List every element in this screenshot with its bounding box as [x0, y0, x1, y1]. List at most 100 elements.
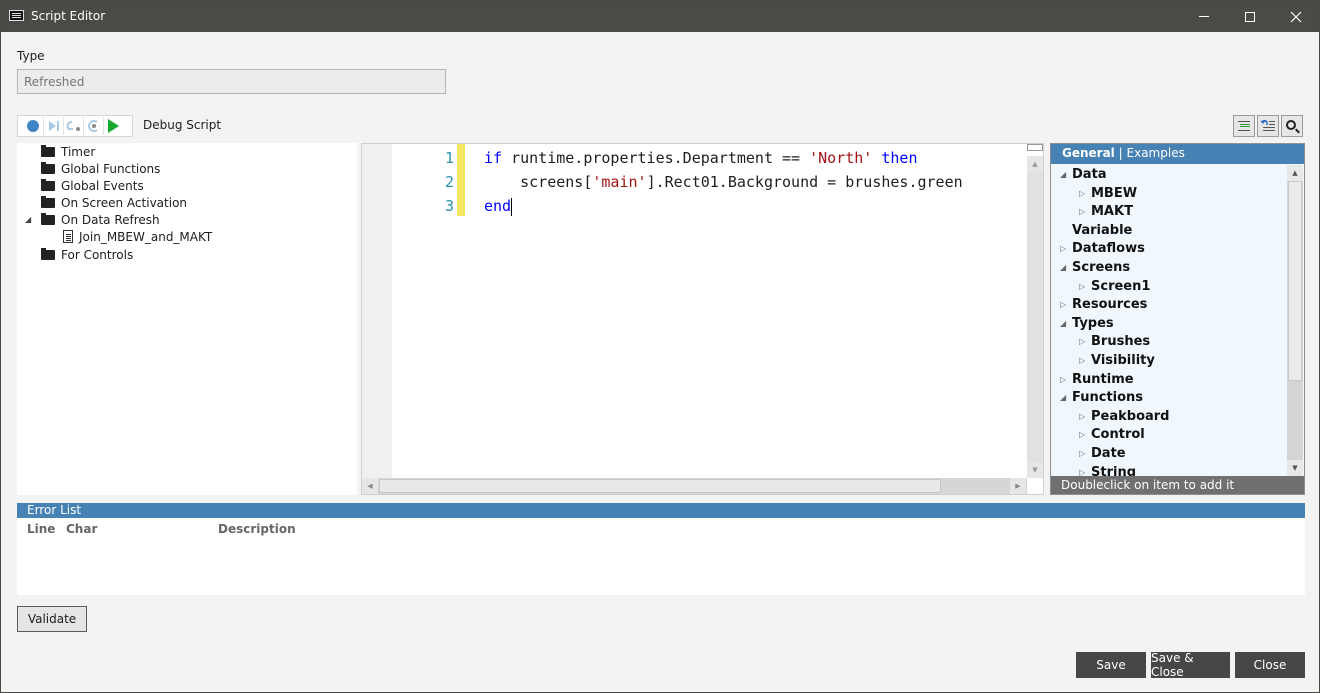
expanded-arrow-icon[interactable]: ◢ [25, 215, 31, 224]
scroll-up-icon[interactable]: ▲ [1287, 165, 1303, 181]
reference-item-dataflows[interactable]: Dataflows [1072, 240, 1145, 258]
reference-item-date[interactable]: Date [1091, 445, 1126, 463]
collapsed-arrow-icon[interactable]: ▷ [1060, 244, 1066, 253]
scroll-down-icon[interactable]: ▼ [1287, 460, 1303, 476]
run-button[interactable] [103, 117, 123, 135]
reference-scroll-thumb[interactable] [1288, 181, 1302, 381]
collapsed-arrow-icon[interactable]: ▷ [1079, 189, 1085, 198]
code-keyword: then [881, 149, 918, 167]
tree-item-on-screen-activation[interactable]: On Screen Activation [41, 194, 187, 211]
reference-item-data[interactable]: Data [1072, 166, 1107, 184]
column-description[interactable]: Description [218, 522, 296, 536]
scroll-left-icon[interactable]: ◀ [362, 478, 378, 494]
reference-item-visibility[interactable]: Visibility [1091, 352, 1155, 370]
reference-item-runtime[interactable]: Runtime [1072, 371, 1134, 389]
step-into-button[interactable] [63, 117, 83, 135]
split-handle[interactable] [1027, 144, 1043, 151]
save-and-close-button[interactable]: Save & Close [1151, 651, 1230, 679]
error-list: Error List Line Char Description [17, 503, 1305, 595]
reference-item-variable[interactable]: Variable [1072, 222, 1132, 240]
code-editor[interactable]: 1 2 3 if runtime.properties.Department =… [361, 143, 1044, 495]
horizontal-scroll-thumb[interactable] [379, 479, 941, 493]
line-number: 2 [444, 173, 454, 191]
reference-scrollbar[interactable]: ▲ ▼ [1287, 165, 1303, 476]
close-window-button[interactable] [1273, 1, 1319, 32]
reference-tabs: General | Examples [1051, 144, 1304, 164]
app-icon [9, 10, 24, 21]
type-label: Type [17, 49, 45, 63]
column-line[interactable]: Line [27, 522, 55, 536]
expanded-arrow-icon[interactable]: ◢ [1060, 393, 1066, 402]
reference-item-control[interactable]: Control [1091, 426, 1145, 444]
tab-examples[interactable]: Examples [1127, 146, 1185, 160]
collapsed-arrow-icon[interactable]: ▷ [1079, 356, 1085, 365]
search-button[interactable] [1281, 115, 1303, 137]
code-line[interactable]: end [484, 194, 963, 218]
folder-icon [41, 144, 55, 157]
collapsed-arrow-icon[interactable]: ▷ [1079, 449, 1085, 458]
reference-item-string[interactable]: String [1091, 464, 1136, 476]
text-caret [511, 197, 513, 216]
expanded-arrow-icon[interactable]: ◢ [1060, 263, 1066, 272]
reference-item-screen1[interactable]: Screen1 [1091, 278, 1150, 296]
step-out-button[interactable] [83, 117, 103, 135]
debug-script-label: Debug Script [143, 118, 222, 132]
code-string: 'North' [809, 149, 873, 167]
code-text[interactable]: if runtime.properties.Department == 'Nor… [484, 146, 963, 218]
folder-icon [41, 178, 55, 191]
tree-item-timer[interactable]: Timer [41, 143, 95, 160]
collapsed-arrow-icon[interactable]: ▷ [1079, 412, 1085, 421]
tree-item-global-events[interactable]: Global Events [41, 177, 144, 194]
tree-item-join-mbew-and-makt[interactable]: Join_MBEW_and_MAKT [63, 228, 212, 245]
reference-item-mbew[interactable]: MBEW [1091, 185, 1137, 203]
reference-item-screens[interactable]: Screens [1072, 259, 1130, 277]
reference-item-types[interactable]: Types [1072, 315, 1114, 333]
tree-item-global-functions[interactable]: Global Functions [41, 160, 160, 177]
scroll-right-icon[interactable]: ▶ [1010, 478, 1026, 494]
code-token: ].Rect01.Background = brushes.green [646, 173, 963, 191]
tree-item-on-data-refresh[interactable]: On Data Refresh [41, 211, 160, 228]
code-keyword: if [484, 149, 503, 167]
format-lines-icon [1238, 121, 1250, 131]
editor-vertical-scrollbar[interactable]: ▲ ▼ [1027, 156, 1043, 478]
type-field[interactable]: Refreshed [17, 69, 446, 94]
collapsed-arrow-icon[interactable]: ▷ [1060, 300, 1066, 309]
collapsed-arrow-icon[interactable]: ▷ [1079, 337, 1085, 346]
close-button[interactable]: Close [1235, 652, 1305, 678]
collapsed-arrow-icon[interactable]: ▷ [1060, 375, 1066, 384]
reference-item-resources[interactable]: Resources [1072, 296, 1147, 314]
tree-item-for-controls[interactable]: For Controls [41, 246, 133, 263]
column-char[interactable]: Char [66, 522, 97, 536]
title-bar[interactable]: Script Editor [1, 1, 1319, 32]
folder-icon [41, 195, 55, 208]
editor-horizontal-scrollbar[interactable]: ◀ ▶ [362, 478, 1027, 494]
minimize-button[interactable] [1181, 1, 1227, 32]
code-line[interactable]: if runtime.properties.Department == 'Nor… [484, 146, 963, 170]
expanded-arrow-icon[interactable]: ◢ [1060, 170, 1066, 179]
validate-button[interactable]: Validate [17, 606, 87, 632]
reference-item-functions[interactable]: Functions [1072, 389, 1143, 407]
comment-code-button[interactable] [1257, 115, 1279, 137]
step-over-button[interactable] [43, 117, 63, 135]
code-line[interactable]: screens['main'].Rect01.Background = brus… [484, 170, 963, 194]
tab-general[interactable]: General [1062, 146, 1115, 160]
folder-icon [41, 247, 55, 260]
save-button[interactable]: Save [1076, 652, 1146, 678]
reference-item-makt[interactable]: MAKT [1091, 203, 1133, 221]
script-tree: Timer Global Functions Global Events On … [17, 143, 357, 495]
collapsed-arrow-icon[interactable]: ▷ [1079, 430, 1085, 439]
play-icon [108, 119, 119, 133]
format-code-button[interactable] [1233, 115, 1255, 137]
collapsed-arrow-icon[interactable]: ▷ [1079, 207, 1085, 216]
record-button[interactable] [23, 117, 43, 135]
reference-item-brushes[interactable]: Brushes [1091, 333, 1150, 351]
scroll-up-icon[interactable]: ▲ [1027, 156, 1043, 172]
tab-separator: | [1118, 146, 1123, 160]
collapsed-arrow-icon[interactable]: ▷ [1079, 282, 1085, 291]
expanded-arrow-icon[interactable]: ◢ [1060, 319, 1066, 328]
maximize-button[interactable] [1227, 1, 1273, 32]
reference-item-peakboard[interactable]: Peakboard [1091, 408, 1170, 426]
code-token: screens[ [484, 173, 593, 191]
folder-icon [41, 212, 55, 225]
scroll-down-icon[interactable]: ▼ [1027, 462, 1043, 478]
